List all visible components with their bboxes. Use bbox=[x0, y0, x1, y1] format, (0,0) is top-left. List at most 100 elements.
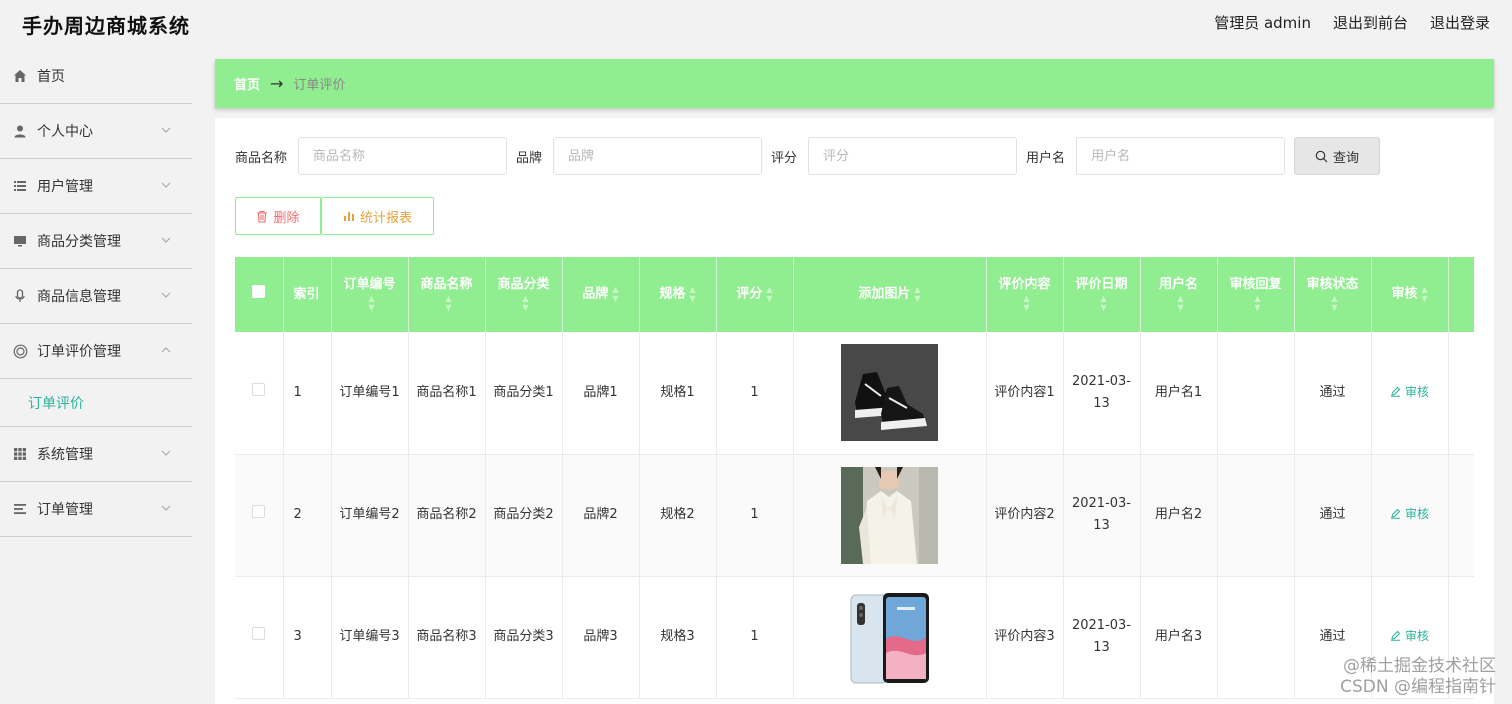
header-brand[interactable]: 品牌 ▲ ▼ bbox=[562, 257, 640, 332]
chevron-down-icon bbox=[161, 505, 171, 511]
sidebar-item-home[interactable]: 首页 bbox=[0, 48, 192, 104]
cell-product-name: 商品名称1 bbox=[408, 332, 486, 455]
product-name-input[interactable] bbox=[298, 137, 508, 175]
header-review-status[interactable]: 审核状态 ▲ ▼ bbox=[1294, 257, 1372, 332]
cell-review-action: 审核 bbox=[1371, 332, 1449, 455]
cell-extra bbox=[1448, 454, 1474, 577]
breadcrumb: 首页 → 订单评价 bbox=[215, 59, 1494, 108]
sort-icon: ▲ ▼ bbox=[1177, 294, 1184, 313]
microphone-icon bbox=[12, 288, 28, 304]
product-name-label: 商品名称 bbox=[235, 150, 288, 166]
sidebar-item-orders[interactable]: 订单管理 bbox=[0, 482, 192, 537]
cell-brand: 品牌3 bbox=[562, 576, 640, 699]
top-bar: 手办周边商城系统 管理员 admin 退出到前台 退出登录 bbox=[0, 0, 1512, 46]
review-button[interactable]: 审核 bbox=[1390, 503, 1429, 525]
cell-image bbox=[793, 454, 987, 577]
score-input[interactable] bbox=[808, 137, 1018, 175]
cell-order-number: 订单编号3 bbox=[331, 576, 409, 699]
cell-review-date: 2021-03-13 bbox=[1063, 576, 1141, 699]
user-icon bbox=[12, 123, 28, 139]
header-review-content[interactable]: 评价内容 ▲ ▼ bbox=[986, 257, 1064, 332]
chevron-down-icon bbox=[161, 127, 171, 133]
sidebar-item-profile[interactable]: 个人中心 bbox=[0, 104, 192, 159]
sidebar: 首页 个人中心 用户管理 商品分类管理 商品信息管理 订单评价管理 订单评价 系… bbox=[0, 48, 192, 537]
review-button-label: 审核 bbox=[1404, 628, 1429, 643]
monitor-icon bbox=[12, 233, 28, 249]
score-label: 评分 bbox=[771, 150, 798, 166]
query-button[interactable]: 查询 bbox=[1294, 137, 1381, 175]
table-row: 3 订单编号3 商品名称3 商品分类3 品牌3 规格3 1 评价内容3 2021… bbox=[235, 576, 1474, 699]
sidebar-item-users[interactable]: 用户管理 bbox=[0, 159, 192, 214]
cell-index: 2 bbox=[283, 454, 332, 577]
breadcrumb-current: 订单评价 bbox=[293, 78, 346, 93]
table-header-row: 索引 订单编号 ▲ ▼ 商品名称 ▲ ▼ 商品分类 ▲ ▼ 品牌 ▲ ▼ 规格 ▲ ▼ 评分 ▲ ▼ 添… bbox=[235, 257, 1474, 332]
username-input[interactable] bbox=[1076, 137, 1286, 175]
cell-review-date: 2021-03-13 bbox=[1063, 332, 1141, 455]
review-button-label: 审核 bbox=[1404, 384, 1429, 399]
brand-input[interactable] bbox=[553, 137, 763, 175]
bar-chart-icon bbox=[343, 212, 354, 221]
sidebar-item-label: 首页 bbox=[37, 68, 65, 85]
review-button[interactable]: 审核 bbox=[1390, 381, 1429, 403]
row-checkbox[interactable] bbox=[252, 627, 266, 640]
cell-product-name: 商品名称2 bbox=[408, 454, 486, 577]
shoe-image[interactable] bbox=[841, 344, 938, 442]
header-image[interactable]: 添加图片 ▲ ▼ bbox=[793, 257, 987, 332]
select-all-checkbox[interactable] bbox=[252, 285, 266, 298]
sidebar-item-category[interactable]: 商品分类管理 bbox=[0, 214, 192, 269]
cell-review-content: 评价内容3 bbox=[986, 576, 1064, 699]
header-score[interactable]: 评分 ▲ ▼ bbox=[716, 257, 794, 332]
edit-icon bbox=[1390, 631, 1401, 642]
cell-review-reply bbox=[1217, 454, 1295, 577]
cell-score: 1 bbox=[716, 332, 794, 455]
action-bar: 删除 统计报表 bbox=[235, 197, 434, 235]
chevron-down-icon bbox=[161, 237, 171, 243]
sidebar-item-system[interactable]: 系统管理 bbox=[0, 427, 192, 482]
exit-to-frontend-link[interactable]: 退出到前台 bbox=[1333, 12, 1408, 33]
header-review-date[interactable]: 评价日期 ▲ ▼ bbox=[1063, 257, 1141, 332]
breadcrumb-home[interactable]: 首页 bbox=[234, 74, 260, 93]
sort-icon: ▲ ▼ bbox=[1254, 294, 1261, 313]
delete-button[interactable]: 删除 bbox=[235, 197, 321, 235]
edit-icon bbox=[1390, 386, 1401, 397]
username-label: 用户名 bbox=[1026, 150, 1066, 166]
sort-icon: ▲ ▼ bbox=[914, 285, 921, 304]
cell-image bbox=[793, 576, 987, 699]
logout-link[interactable]: 退出登录 bbox=[1430, 12, 1490, 33]
sidebar-item-product[interactable]: 商品信息管理 bbox=[0, 269, 192, 324]
statistics-report-label: 统计报表 bbox=[359, 210, 412, 226]
review-button[interactable]: 审核 bbox=[1390, 625, 1429, 647]
row-checkbox[interactable] bbox=[252, 382, 266, 396]
sidebar-item-label: 订单管理 bbox=[37, 502, 93, 518]
sort-icon: ▲ ▼ bbox=[522, 294, 529, 313]
header-product-name[interactable]: 商品名称 ▲ ▼ bbox=[408, 257, 486, 332]
cell-username: 用户名3 bbox=[1140, 576, 1218, 699]
sidebar-item-review[interactable]: 订单评价管理 bbox=[0, 324, 192, 379]
cell-review-content: 评价内容2 bbox=[986, 454, 1064, 577]
cell-product-name: 商品名称3 bbox=[408, 576, 486, 699]
cell-product-category: 商品分类2 bbox=[485, 454, 563, 577]
header-review-action[interactable]: 审核 ▲ ▼ bbox=[1371, 257, 1449, 332]
menu-lines-icon bbox=[12, 501, 28, 517]
blouse-image[interactable] bbox=[841, 466, 938, 564]
header-product-category[interactable]: 商品分类 ▲ ▼ bbox=[485, 257, 563, 332]
table-row: 2 订单编号2 商品名称2 商品分类2 品牌2 规格2 1 评价内容2 2021… bbox=[235, 454, 1474, 577]
header-order-number[interactable]: 订单编号 ▲ ▼ bbox=[331, 257, 409, 332]
sort-icon: ▲ ▼ bbox=[689, 285, 696, 304]
header-username[interactable]: 用户名 ▲ ▼ bbox=[1140, 257, 1218, 332]
review-table-wrapper: 索引 订单编号 ▲ ▼ 商品名称 ▲ ▼ 商品分类 ▲ ▼ 品牌 ▲ ▼ 规格 ▲ ▼ 评分 ▲ ▼ 添… bbox=[235, 257, 1474, 704]
row-checkbox[interactable] bbox=[252, 505, 266, 518]
cell-product-category: 商品分类3 bbox=[485, 576, 563, 699]
phone-image[interactable] bbox=[841, 588, 938, 686]
statistics-report-button[interactable]: 统计报表 bbox=[321, 197, 434, 235]
sidebar-subitem-review[interactable]: 订单评价 bbox=[0, 379, 192, 427]
target-icon bbox=[12, 343, 28, 359]
header-spec[interactable]: 规格 ▲ ▼ bbox=[639, 257, 717, 332]
brand-label: 品牌 bbox=[516, 150, 543, 166]
review-button-label: 审核 bbox=[1404, 506, 1429, 521]
cell-review-status: 通过 bbox=[1294, 454, 1372, 577]
list-icon bbox=[12, 178, 28, 194]
sort-icon: ▲ ▼ bbox=[1100, 294, 1107, 313]
header-review-reply[interactable]: 审核回复 ▲ ▼ bbox=[1217, 257, 1295, 332]
row-select-cell bbox=[235, 576, 284, 699]
